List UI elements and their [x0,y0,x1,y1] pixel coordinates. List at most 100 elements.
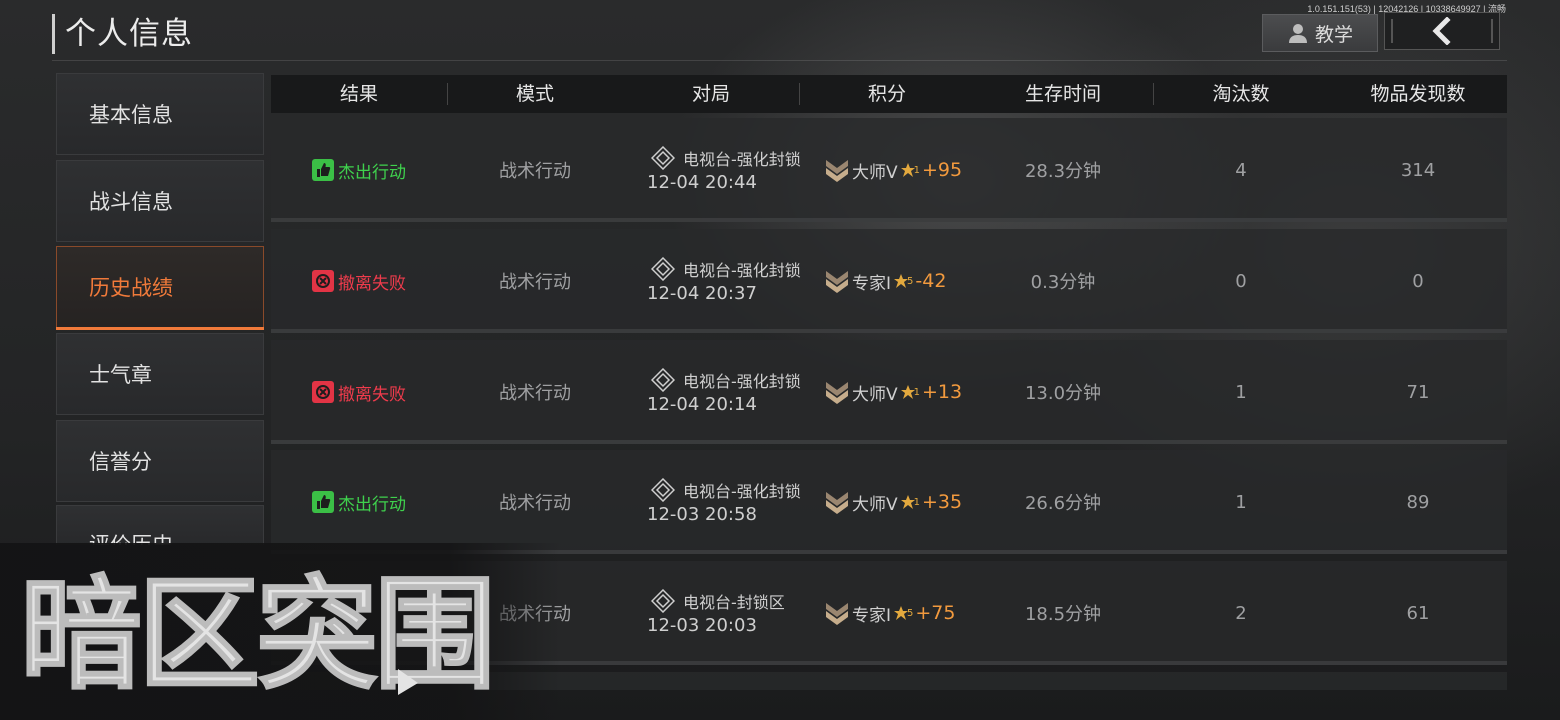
map-name: 电视台-封锁区 [683,593,785,612]
result-label: 撤离失败 [338,273,406,294]
table-header: 结果 模式 对局 积分 生存时间 淘汰数 物品发现数 [271,75,1507,113]
rank-chevron-icon [826,603,848,625]
items-cell: 89 [1406,491,1430,513]
match-cell: 电视台-强化封锁 12-04 20:44 [647,146,827,193]
match-time: 12-04 20:37 [647,283,757,304]
sidebar-item-morale[interactable]: 士气章 [56,333,264,415]
score-cell: 大师V 1 +35 [824,450,962,554]
match-cell: 电视台-封锁区 12-03 20:03 [647,589,827,636]
result-cell: 杰出行动 [271,118,447,222]
thumbs-up-icon [317,163,331,177]
mode-cell: 战术行动 [499,383,571,404]
items-cell: 61 [1406,602,1430,624]
table-row[interactable]: 杰出行动 战术行动 电视台-强化封锁 12-04 20:44 大师V 1 +95 28.3分钟… [271,118,1507,222]
result-badge: 杰出行动 [312,490,406,515]
items-cell: 71 [1406,381,1430,403]
score-cell: 专家I 5 +75 [824,561,956,665]
match-cell: 电视台-强化封锁 12-03 20:58 [647,478,827,525]
match-time: 12-04 20:44 [647,172,757,193]
result-icon [312,381,334,403]
table-row[interactable]: 杰出行动 战术行动 电视台-强化封锁 12-03 20:58 大师V 1 +35 26.6分钟… [271,450,1507,554]
table-row[interactable]: 撤离失败 战术行动 电视台-强化封锁 12-04 20:37 专家I 5 -42 0.3分钟 0… [271,229,1507,333]
result-cell: 撤离失败 [271,340,447,444]
map-diamond-icon [651,257,675,281]
col-score: 积分 [867,83,906,105]
score-cell: 专家I 5 -42 [824,229,946,333]
score-delta: +75 [915,602,956,624]
mode-cell: 战术行动 [499,161,571,182]
rank-name: 大师V [852,494,898,515]
score-delta: +95 [922,159,963,181]
result-icon [312,159,334,181]
map-name: 电视台-强化封锁 [683,261,801,280]
score-delta: +13 [922,381,963,403]
col-items: 物品发现数 [1370,83,1466,105]
survival-cell: 0.3分钟 [1030,272,1096,293]
result-cell: 杰出行动 [271,450,447,554]
map-diamond-icon [651,589,675,613]
rank-name: 专家I [852,273,892,294]
game-logo: 暗区突围 [20,565,497,695]
cross-circle-icon [316,385,330,399]
result-cell: 撤离失败 [271,229,447,333]
rank-chevron-icon [826,160,848,182]
cross-circle-icon [316,274,330,288]
result-icon [312,491,334,513]
star-count: 1 [913,496,921,508]
rank-chevron-icon [826,271,848,293]
mode-cell: 战术行动 [499,493,571,514]
kills-cell: 2 [1235,602,1247,624]
survival-cell: 18.5分钟 [1024,604,1102,625]
back-button[interactable] [1384,12,1500,50]
score-delta: -42 [915,270,947,292]
tutorial-button[interactable]: 教学 [1262,14,1378,52]
svg-text:暗区突围: 暗区突围 [20,565,492,695]
rank-name: 大师V [852,384,898,405]
map-diamond-icon [651,368,675,392]
match-cell: 电视台-强化封锁 12-04 20:37 [647,257,827,304]
sidebar-item-basic-info[interactable]: 基本信息 [56,73,264,155]
map-diamond-icon [651,478,675,502]
result-badge: 撤离失败 [312,269,406,294]
kills-cell: 1 [1235,491,1247,513]
thumbs-up-icon [317,495,331,509]
user-icon [1288,24,1307,43]
col-survival: 生存时间 [1024,83,1101,105]
map-name: 电视台-强化封锁 [683,372,801,391]
items-cell: 0 [1412,270,1424,292]
score-cell: 大师V 1 +13 [824,340,962,444]
score-cell: 大师V 1 +95 [824,118,962,222]
sidebar-item-battle-info[interactable]: 战斗信息 [56,160,264,242]
col-result: 结果 [339,83,378,105]
result-badge: 撤离失败 [312,380,406,405]
chevron-left-icon [1432,17,1451,45]
col-mode: 模式 [515,83,554,105]
rank-name: 专家I [852,605,892,626]
result-label: 杰出行动 [338,162,406,183]
map-diamond-icon [651,146,675,170]
match-cell: 电视台-强化封锁 12-04 20:14 [647,368,827,415]
star-count: 5 [907,275,914,287]
rank-name: 大师V [852,162,898,183]
sidebar-item-review-history[interactable]: 评价历史 [56,505,264,545]
table-row[interactable]: 撤离失败 战术行动 电视台-强化封锁 12-04 20:14 大师V 1 +13 13.0分钟… [271,340,1507,444]
survival-cell: 26.6分钟 [1024,493,1102,514]
col-kills: 淘汰数 [1212,83,1270,105]
sidebar-item-history[interactable]: 历史战绩 [56,246,264,330]
kills-cell: 1 [1235,381,1247,403]
match-time: 12-03 20:58 [647,504,757,525]
tutorial-label: 教学 [1314,23,1353,46]
sidebar-item-credit[interactable]: 信誉分 [56,420,264,502]
rank-chevron-icon [826,492,848,514]
result-badge: 杰出行动 [312,158,406,183]
star-count: 1 [913,164,921,176]
page-title: 个人信息 [52,14,193,54]
kills-cell: 0 [1235,270,1247,292]
result-label: 杰出行动 [338,494,406,515]
match-time: 12-03 20:03 [647,615,757,636]
result-label: 撤离失败 [338,384,406,405]
kills-cell: 4 [1235,159,1247,181]
items-cell: 314 [1400,159,1436,181]
map-name: 电视台-强化封锁 [683,150,801,169]
map-name: 电视台-强化封锁 [683,482,801,501]
